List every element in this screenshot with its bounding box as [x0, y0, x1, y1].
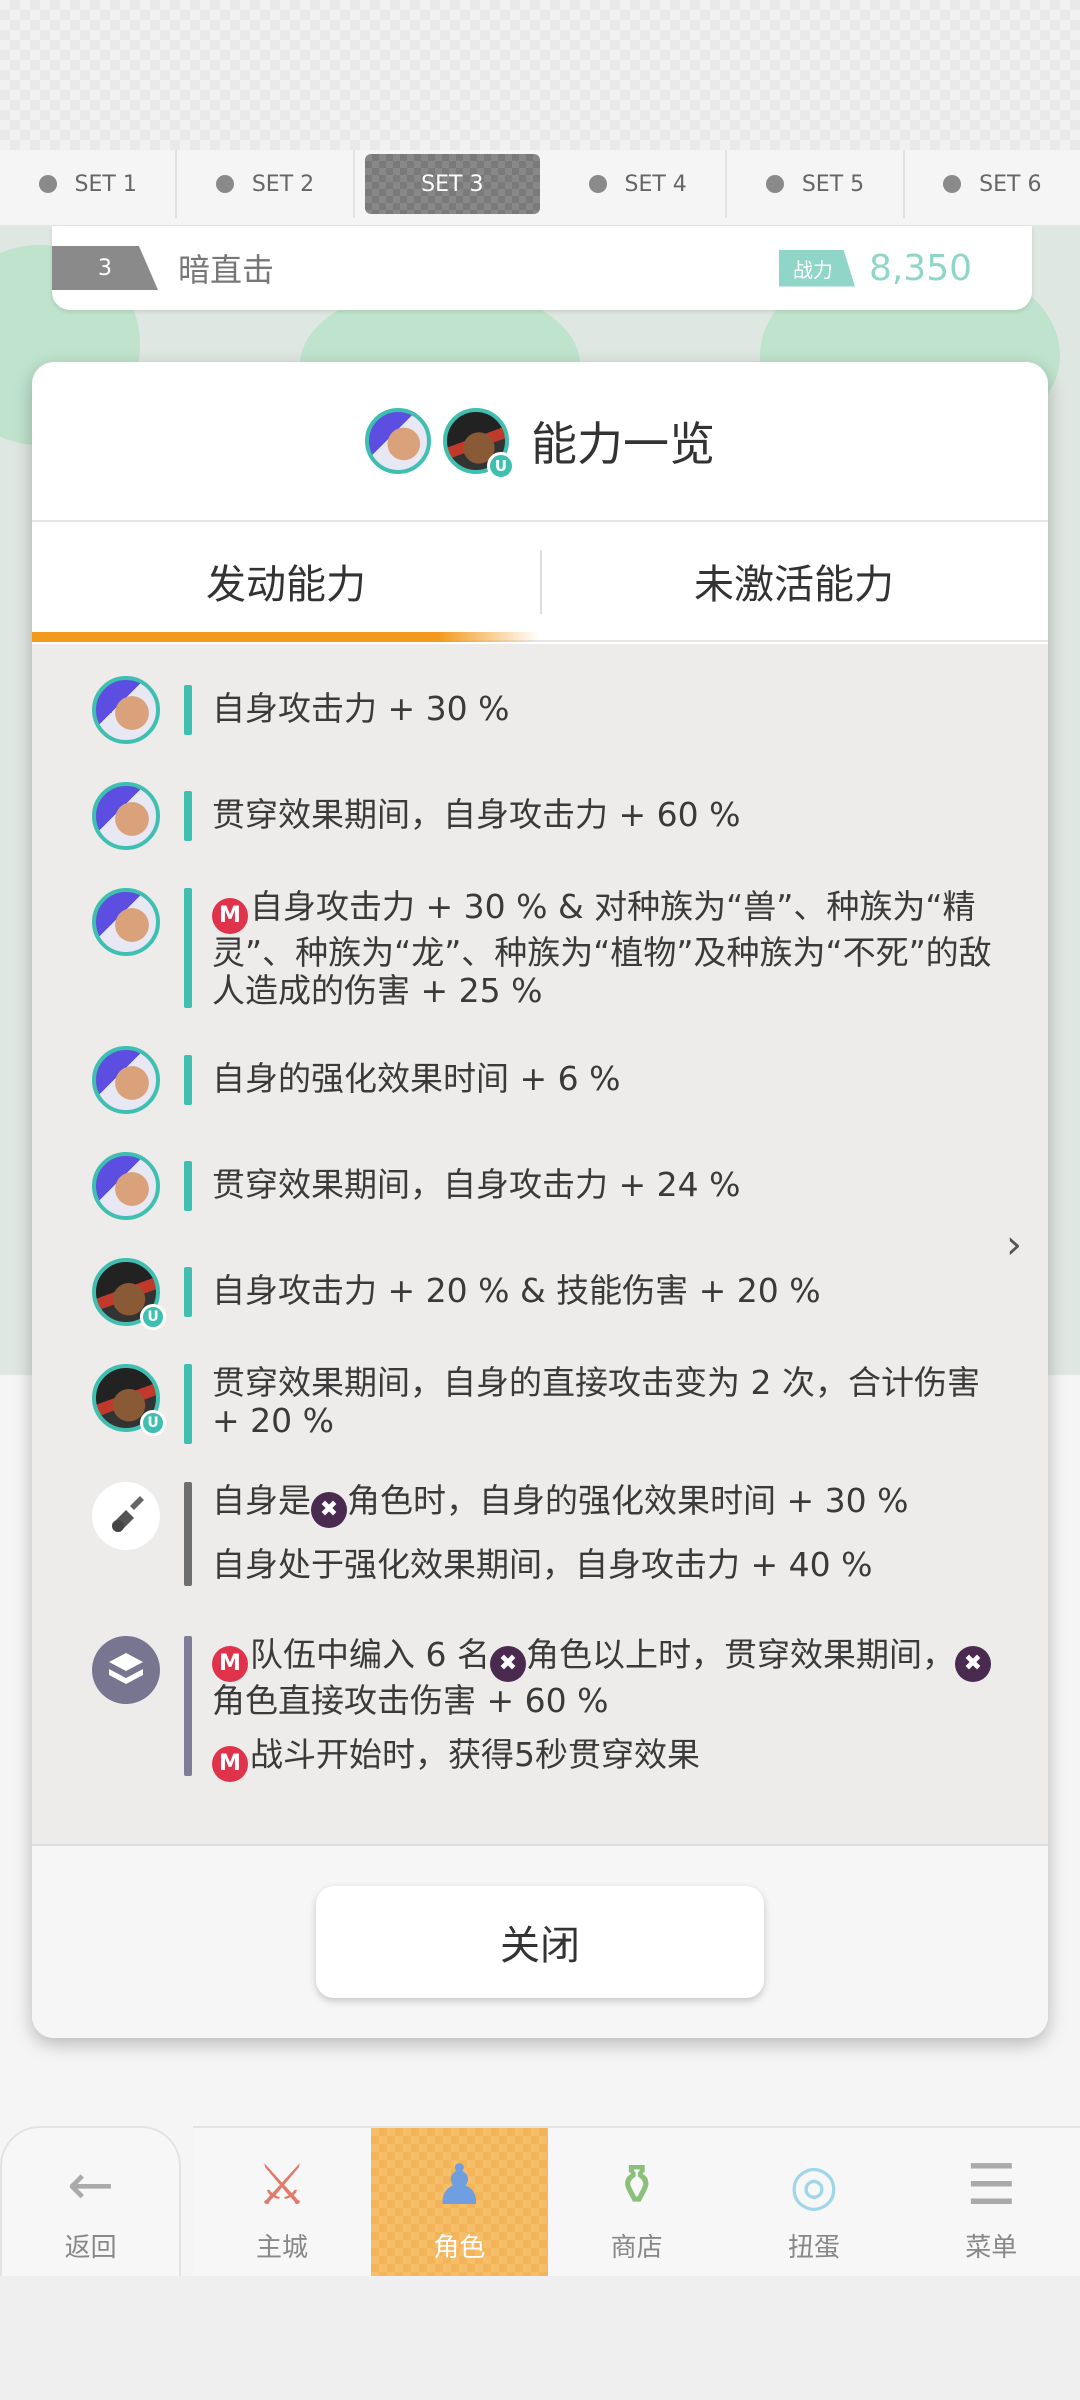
nav-label: 返回: [64, 2233, 117, 2263]
ability-item: U 贯穿效果期间，自身的直接攻击变为 2 次，合计伤害 + 20 %: [92, 1364, 992, 1444]
u-badge-icon: U: [487, 452, 515, 480]
ability-item: 自身攻击力 + 30 %: [92, 676, 992, 744]
set-dot-icon: [943, 175, 962, 193]
ability-item: U 自身攻击力 + 20 % & 技能伤害 + 20 %: [92, 1258, 992, 1330]
ability-text: M 自身攻击力 + 30 % & 对种族为“兽”、种族为“精灵”、种族为“龙”、种…: [212, 887, 992, 1010]
m-mark-icon: M: [212, 898, 248, 934]
character-portrait-icon: [92, 888, 160, 956]
tab-set-2[interactable]: SET 2: [177, 150, 355, 218]
chevron-right-icon[interactable]: ›: [1006, 1222, 1022, 1268]
active-tab-indicator: [32, 632, 540, 642]
power-tag: 战力: [778, 249, 855, 287]
team-name: 暗直击: [178, 251, 275, 289]
nav-label: 菜单: [965, 2233, 1018, 2263]
set-dot-icon: [588, 175, 607, 193]
modal-header: U 能力一览: [32, 362, 1048, 522]
sword-badge-icon: [92, 1482, 160, 1550]
team-info-bar[interactable]: 3 暗直击 战力 8,350: [52, 226, 1032, 310]
close-button[interactable]: 关闭: [316, 1886, 764, 1998]
ability-item: M 自身攻击力 + 30 % & 对种族为“兽”、种族为“精灵”、种族为“龙”、种…: [92, 888, 992, 1010]
character-icon: ♟: [434, 2153, 485, 2218]
gacha-icon: ◎: [789, 2153, 839, 2218]
attribute-mark-icon: ✖: [489, 1646, 526, 1682]
nav-castle[interactable]: ⚔ 主城: [193, 2126, 371, 2276]
character-portrait-icon: [92, 1152, 160, 1220]
tab-active-abilities[interactable]: 发动能力: [32, 522, 540, 640]
castle-icon: ⚔: [256, 2153, 308, 2218]
back-arrow-icon: ←: [67, 2153, 115, 2218]
ability-text: 自身的强化效果时间 + 6 %: [212, 1059, 621, 1098]
ability-item: 贯穿效果期间，自身攻击力 + 24 %: [92, 1152, 992, 1220]
set-tab-label: SET 4: [624, 171, 687, 197]
set-tab-bar: SET 1 SET 2 SET 3 SET 4 SET 5 SET 6: [0, 150, 1080, 218]
set-tab-label: SET 2: [251, 171, 315, 197]
nav-menu[interactable]: ☰ 菜单: [902, 2126, 1080, 2276]
ability-item: M 队伍中编入 6 名 ✖ 角色以上时，贯穿效果期间， ✖角色直接攻击伤害 + 60 %…: [92, 1636, 992, 1782]
character-portrait-icon: [92, 1046, 160, 1114]
character-avatar-2: U: [443, 408, 515, 480]
character-portrait-icon: [92, 782, 160, 850]
tab-set-1[interactable]: SET 1: [0, 150, 178, 218]
menu-icon: ☰: [966, 2153, 1017, 2218]
set-dot-icon: [215, 175, 234, 193]
shop-icon: ⚱: [613, 2153, 661, 2218]
set-tab-label: SET 3: [421, 171, 484, 197]
ability-list-modal: U 能力一览 发动能力 未激活能力 自身攻击力 + 30 % 贯穿效果期间，自身…: [32, 362, 1048, 2038]
top-background: [0, 0, 1080, 150]
ability-text: M 队伍中编入 6 名 ✖ 角色以上时，贯穿效果期间， ✖角色直接攻击伤害 + 60 %…: [212, 1636, 992, 1782]
ability-item: 自身的强化效果时间 + 6 %: [92, 1046, 992, 1114]
ability-text: 贯穿效果期间，自身攻击力 + 24 %: [212, 1165, 741, 1204]
character-portrait-icon: [365, 408, 431, 474]
set-dot-icon: [38, 175, 57, 193]
tab-set-6[interactable]: SET 6: [905, 150, 1080, 218]
system-nav-area: [0, 2276, 1080, 2400]
ability-tabs: 发动能力 未激活能力: [32, 522, 1048, 642]
nav-shop[interactable]: ⚱ 商店: [547, 2126, 726, 2276]
set-dot-icon: [765, 175, 784, 193]
set-tab-label: SET 6: [979, 171, 1042, 197]
modal-footer: 关闭: [32, 1844, 1048, 2038]
nav-character[interactable]: ♟ 角色: [370, 2126, 548, 2276]
tab-set-5[interactable]: SET 5: [727, 150, 905, 218]
tab-set-3[interactable]: SET 3: [364, 154, 540, 214]
ability-text: 自身是 ✖ 角色时，自身的强化效果时间 + 30 % 自身处于强化效果期间，自身攻击…: [212, 1481, 909, 1584]
ability-item: 自身是 ✖ 角色时，自身的强化效果时间 + 30 % 自身处于强化效果期间，自身攻击…: [92, 1482, 992, 1586]
ability-text: 贯穿效果期间，自身的直接攻击变为 2 次，合计伤害 + 20 %: [212, 1363, 980, 1440]
set-tab-label: SET 1: [74, 171, 137, 197]
u-badge-icon: U: [140, 1304, 166, 1330]
team-number: 3: [52, 246, 158, 290]
team-emblem-icon: [92, 1636, 160, 1704]
ability-text: 自身攻击力 + 30 %: [212, 689, 510, 728]
nav-label: 主城: [255, 2233, 308, 2263]
m-mark-icon: M: [212, 1746, 248, 1782]
character-portrait-icon: [92, 676, 160, 744]
ability-text: 贯穿效果期间，自身攻击力 + 60 %: [212, 795, 741, 834]
tab-inactive-abilities[interactable]: 未激活能力: [540, 522, 1048, 640]
ability-list: 自身攻击力 + 30 % 贯穿效果期间，自身攻击力 + 60 % M 自身攻击力 …: [32, 644, 1048, 1844]
modal-title: 能力一览: [531, 417, 715, 471]
tab-set-4[interactable]: SET 4: [550, 150, 728, 218]
nav-back[interactable]: ← 返回: [0, 2126, 182, 2276]
ability-item: 贯穿效果期间，自身攻击力 + 60 %: [92, 782, 992, 850]
nav-gacha[interactable]: ◎ 扭蛋: [725, 2126, 903, 2276]
u-badge-icon: U: [140, 1410, 166, 1436]
set-tab-label: SET 5: [801, 171, 865, 197]
bottom-nav: ← 返回 ⚔ 主城 ♟ 角色 ⚱ 商店 ◎ 扭蛋 ☰ 菜单: [0, 2126, 1080, 2276]
nav-label: 扭蛋: [787, 2233, 840, 2263]
nav-label: 角色: [433, 2233, 486, 2263]
attribute-mark-icon: ✖: [954, 1646, 991, 1682]
m-mark-icon: M: [212, 1646, 248, 1682]
attribute-mark-icon: ✖: [311, 1492, 347, 1528]
character-avatar-1: [365, 408, 431, 474]
tab-divider: [540, 550, 542, 614]
nav-label: 商店: [610, 2233, 663, 2263]
power-value: 8,350: [868, 247, 972, 289]
ability-text: 自身攻击力 + 20 % & 技能伤害 + 20 %: [212, 1271, 821, 1310]
